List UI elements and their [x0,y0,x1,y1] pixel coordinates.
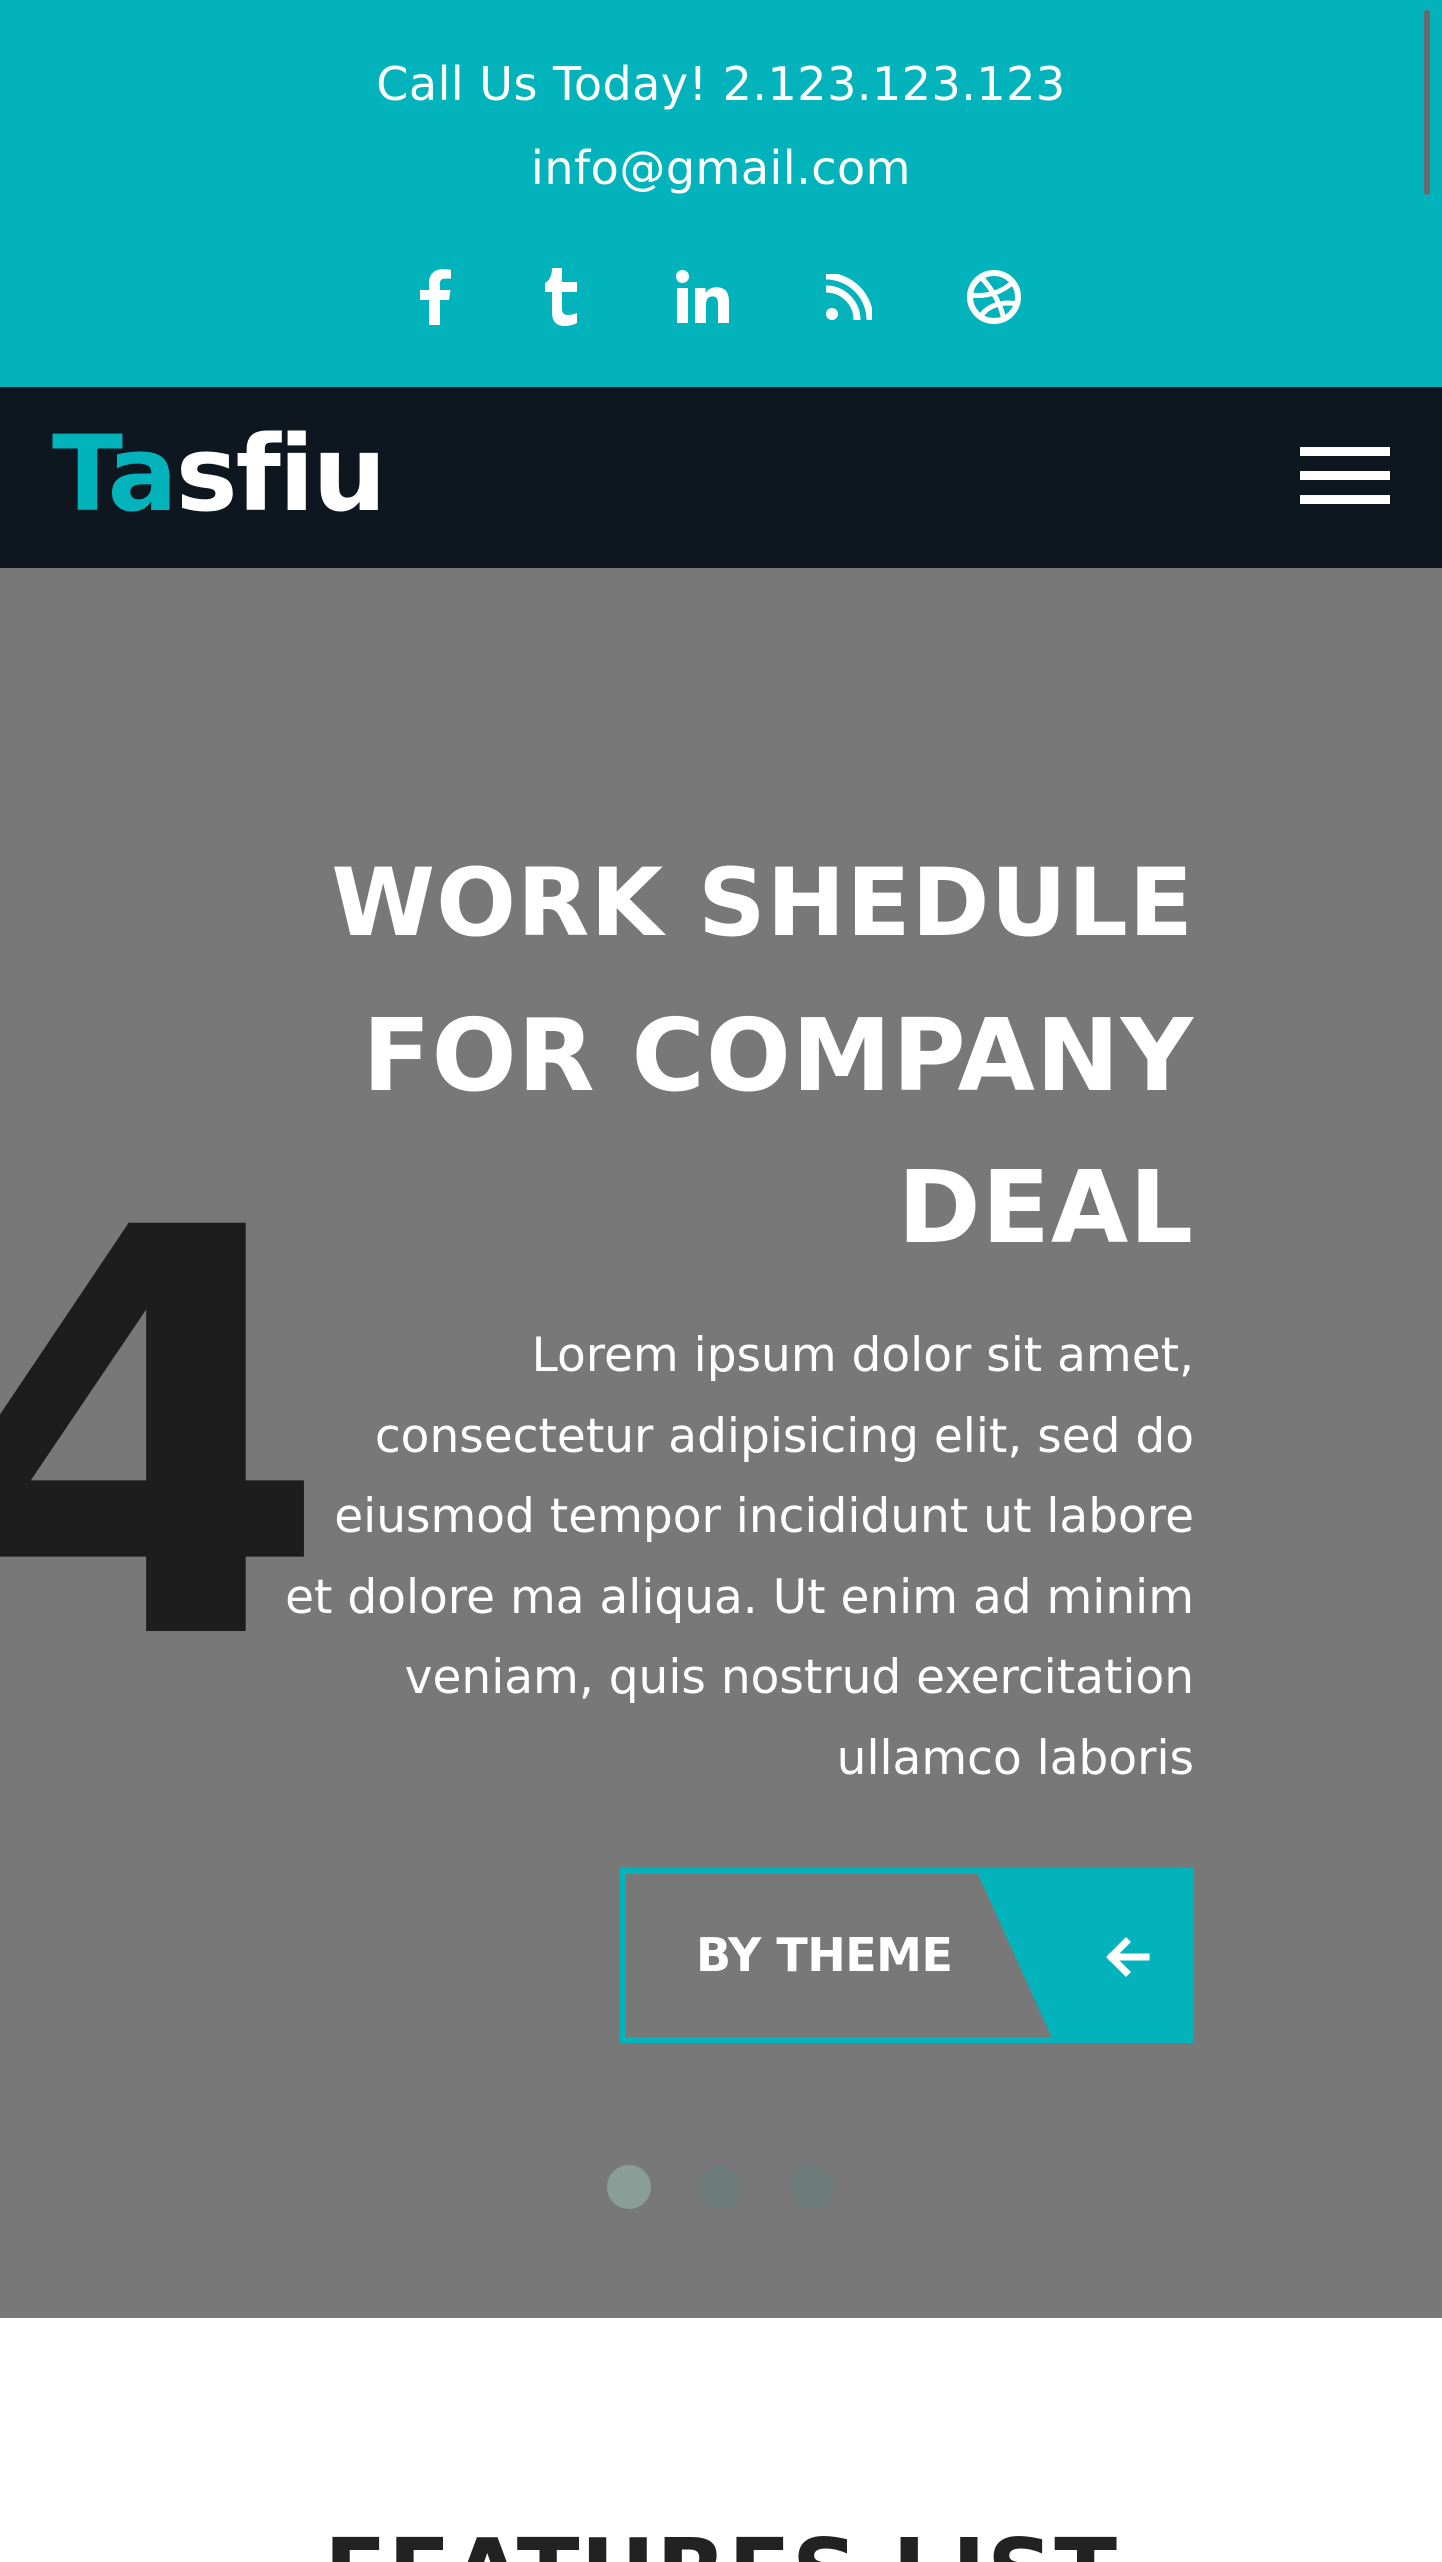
hamburger-menu-icon[interactable] [1300,447,1390,505]
logo-main-text: sfiu [175,413,387,535]
social-links [0,262,1442,332]
facebook-icon[interactable] [400,262,470,332]
features-title: FEATURES LIST [0,2518,1442,2562]
button-accent-shape [978,1874,1188,2037]
scrollbar-thumb[interactable] [1424,10,1430,195]
button-label: BY THEME [696,1928,953,1982]
hero-text-line: consectetur adipisicing elit, sed do [374,1408,1194,1464]
tumblr-icon[interactable] [528,262,598,332]
hero-title-line: DEAL [897,1149,1194,1266]
rss-icon[interactable] [814,262,884,332]
linkedin-icon[interactable] [668,262,738,332]
logo-accent-text: Ta [52,413,178,535]
phone-number: Call Us Today! 2.123.123.123 [376,57,1066,111]
hero-text-line: Lorem ipsum dolor sit amet, [531,1328,1194,1383]
hero-text-line: et dolore ma aliqua. Ut enim ad minim [285,1569,1194,1625]
dribbble-icon[interactable] [959,262,1029,332]
top-contact-bar: Call Us Today! 2.123.123.123 info@gmail.… [0,0,1442,387]
site-logo[interactable]: Tasfiu [52,419,387,529]
arrow-left-icon [1106,1937,1150,1977]
hero-title: WORK SHEDULE FOR COMPANY DEAL [94,828,1194,1284]
slider-dot-3[interactable] [790,2165,834,2209]
hero-text-line: eiusmod tempor incididunt ut labore [334,1489,1194,1544]
hero-description: Lorem ipsum dolor sit amet, consectetur … [234,1316,1194,1799]
hero-text-line: ullamco laboris [836,1730,1194,1786]
slider-dot-1[interactable] [607,2165,651,2209]
hero-title-line: WORK SHEDULE [331,849,1194,958]
hero-text-line: veniam, quis nostrud exercitation [404,1650,1194,1705]
main-navbar: Tasfiu [0,387,1442,568]
by-theme-button[interactable]: BY THEME [620,1868,1194,2043]
hero-title-line: FOR COMPANY [362,997,1194,1114]
hero-slider: 4 WORK SHEDULE FOR COMPANY DEAL Lorem ip… [0,568,1442,2318]
email-link[interactable]: info@gmail.com [0,138,1442,198]
slider-pagination [0,2165,1442,2209]
features-section: FEATURES LIST [0,2318,1442,2562]
slider-dot-2[interactable] [699,2165,743,2209]
